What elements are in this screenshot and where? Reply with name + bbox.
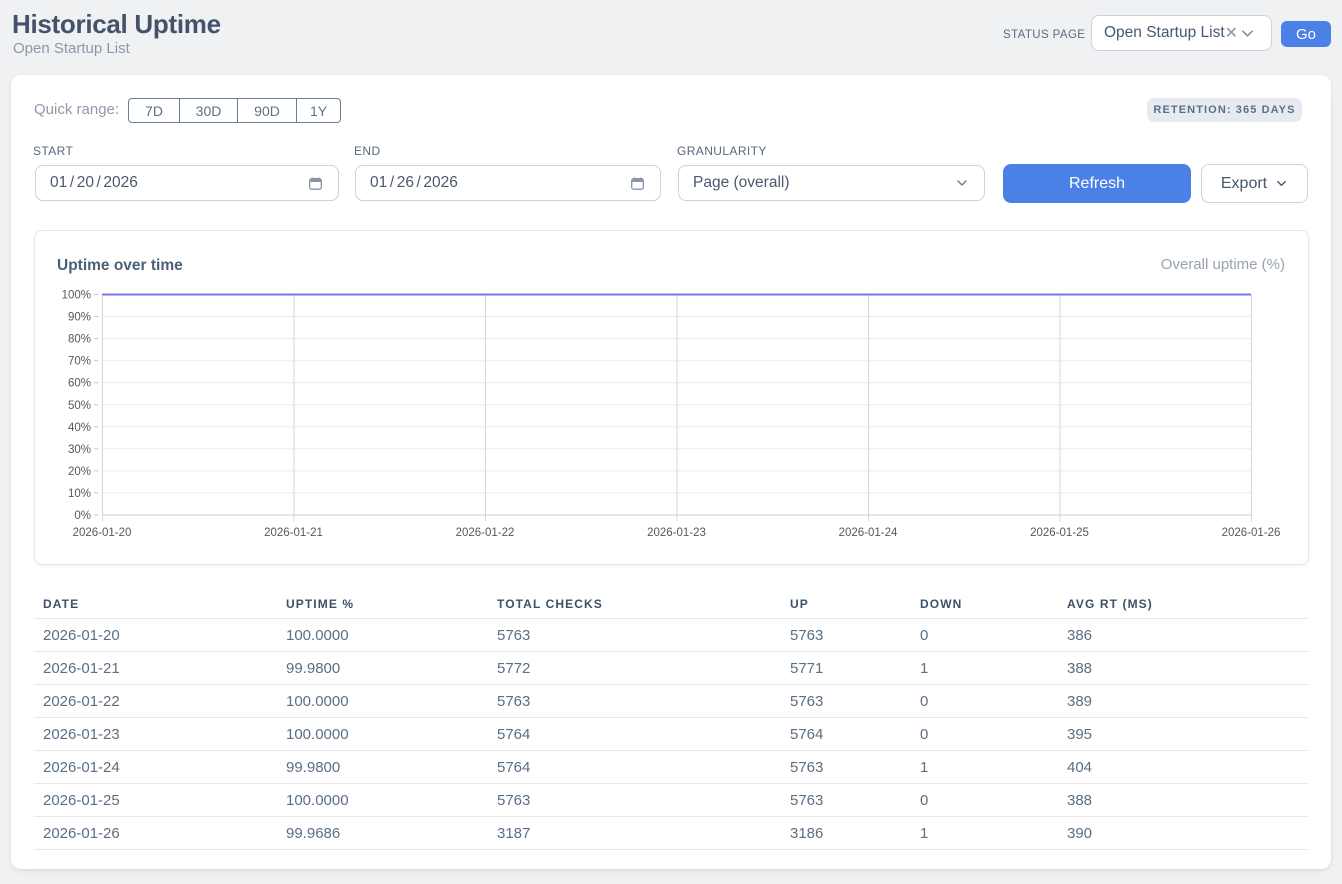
svg-text:2026-01-22: 2026-01-22	[456, 527, 515, 539]
svg-text:80%: 80%	[68, 334, 91, 346]
svg-text:2026-01-20: 2026-01-20	[73, 527, 132, 539]
svg-text:30%: 30%	[68, 444, 91, 456]
svg-text:40%: 40%	[68, 422, 91, 434]
svg-text:2026-01-26: 2026-01-26	[1222, 527, 1281, 539]
svg-text:0%: 0%	[74, 510, 91, 522]
svg-text:20%: 20%	[68, 466, 91, 478]
svg-text:2026-01-24: 2026-01-24	[839, 527, 898, 539]
svg-text:10%: 10%	[68, 488, 91, 500]
svg-text:100%: 100%	[62, 290, 91, 302]
svg-text:60%: 60%	[68, 378, 91, 390]
svg-text:70%: 70%	[68, 356, 91, 368]
svg-text:2026-01-23: 2026-01-23	[647, 527, 706, 539]
svg-text:50%: 50%	[68, 400, 91, 412]
svg-text:2026-01-21: 2026-01-21	[264, 527, 323, 539]
svg-text:90%: 90%	[68, 312, 91, 324]
svg-text:2026-01-25: 2026-01-25	[1030, 527, 1089, 539]
